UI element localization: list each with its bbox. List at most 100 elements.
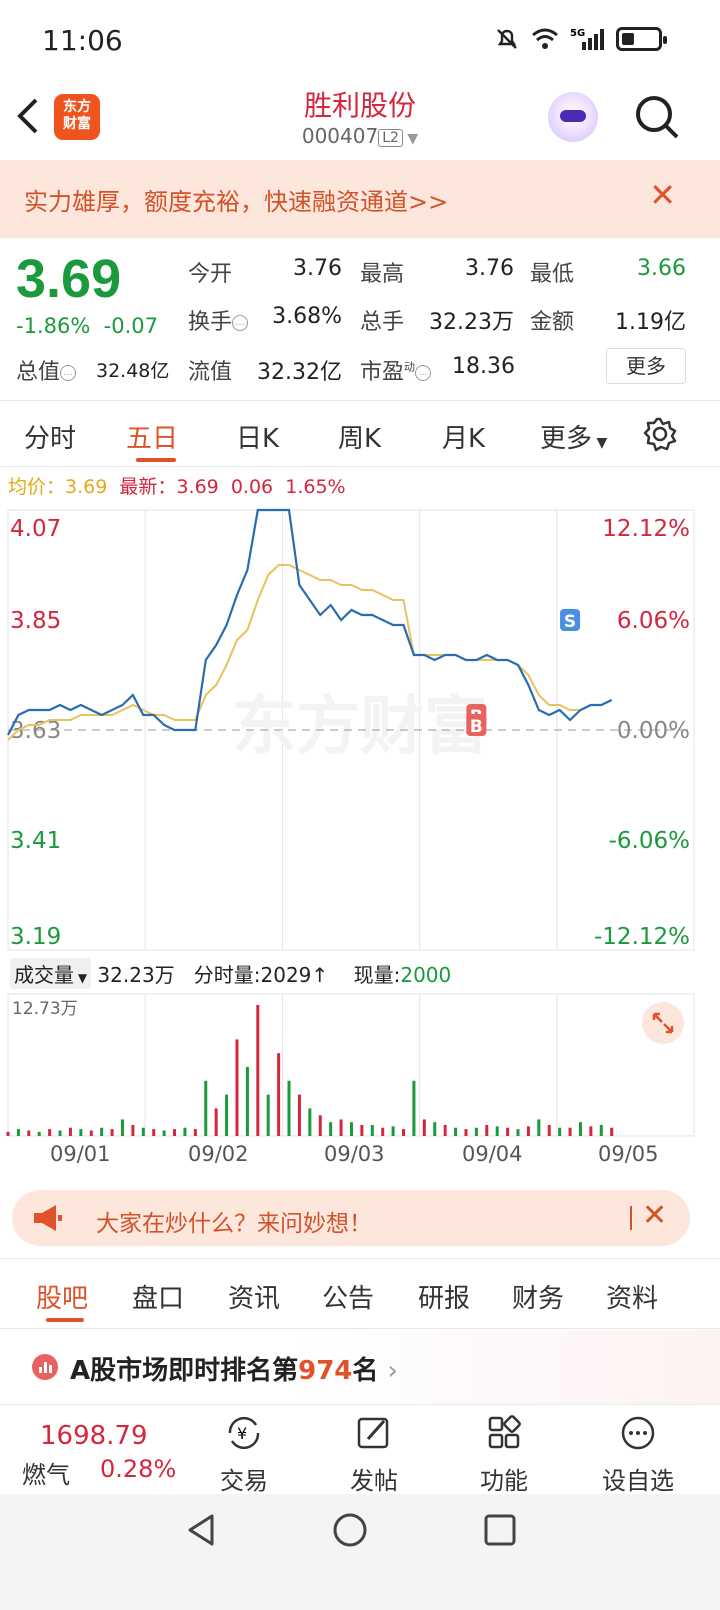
assistant-robot-icon[interactable] xyxy=(548,92,598,142)
volume-bar xyxy=(193,1129,197,1136)
sector-index[interactable]: 1698.79 燃气 0.28% xyxy=(0,1405,190,1495)
stock-code: 000407 xyxy=(301,124,379,148)
volume-bar xyxy=(58,1130,62,1136)
volume-bar xyxy=(183,1127,187,1136)
level-badge: L2 xyxy=(378,128,403,147)
post-button[interactable]: 发帖 xyxy=(334,1415,414,1496)
chevron-right-icon: › xyxy=(387,1356,398,1386)
volume-bar xyxy=(578,1122,582,1136)
chevron-left-icon xyxy=(17,98,38,134)
volume-bar xyxy=(537,1119,541,1136)
volume-bar xyxy=(412,1080,416,1136)
volume-bar xyxy=(339,1119,343,1136)
volume-bar xyxy=(495,1126,499,1136)
volume-bar xyxy=(120,1119,124,1136)
settings-button[interactable] xyxy=(642,416,678,456)
tab-research[interactable]: 研报 xyxy=(418,1278,470,1315)
fullscreen-button[interactable] xyxy=(642,1002,684,1044)
sector-name: 燃气 xyxy=(22,1461,70,1489)
five-day-price-chart[interactable]: 东方财富4.07 12.12%3.85 6.06%3.63 0.00%3.41 -6.0… xyxy=(0,506,720,952)
promo-banner[interactable]: 实力雄厚，额度充裕，快速融资通道>> ✕ xyxy=(0,160,720,238)
volume-bar xyxy=(464,1129,468,1136)
volume-bar xyxy=(485,1124,489,1136)
ask-text[interactable]: 大家在炒什么？来问妙想！ xyxy=(96,1204,372,1238)
info-icon[interactable]: … xyxy=(415,365,432,381)
dropdown-caret-icon: ▼ xyxy=(74,971,88,985)
volume-bar xyxy=(318,1115,322,1136)
add-watchlist-button[interactable]: 设自选 xyxy=(590,1415,686,1496)
volume-bar xyxy=(152,1129,156,1136)
volume-bar xyxy=(68,1127,72,1136)
tab-financials[interactable]: 财务 xyxy=(512,1278,564,1315)
y-label-right: -6.06% xyxy=(609,828,690,854)
volume-bar xyxy=(235,1039,239,1136)
volume-chart[interactable]: 12.73万 xyxy=(0,992,720,1142)
volume-total: 32.23万 xyxy=(97,963,175,987)
volume-bar xyxy=(277,1053,281,1136)
latest-change: 0.06 xyxy=(230,476,274,498)
volume-bar xyxy=(547,1124,551,1136)
gear-icon xyxy=(643,417,677,452)
volume-bar xyxy=(422,1119,426,1136)
functions-button[interactable]: 功能 xyxy=(464,1415,544,1496)
stock-name: 胜利股份 xyxy=(303,89,416,122)
volume-bar xyxy=(610,1127,614,1136)
tab-monthly-k[interactable]: 月K xyxy=(442,418,485,455)
volume-bar xyxy=(568,1127,572,1136)
tab-weekly-k[interactable]: 周K xyxy=(338,418,381,455)
volume-bar xyxy=(402,1129,406,1136)
stock-code-selector[interactable]: 000407 L2 ▼ xyxy=(0,124,720,148)
trade-marker-label: B xyxy=(470,717,483,737)
low-label: 最低 xyxy=(530,262,575,287)
nav-back-icon[interactable] xyxy=(184,1512,220,1548)
tab-guba[interactable]: 股吧 xyxy=(36,1278,88,1315)
trade-button[interactable]: ¥ 交易 xyxy=(204,1415,284,1496)
avg-price: 3.69 xyxy=(65,476,108,498)
tab-pankou[interactable]: 盘口 xyxy=(132,1278,184,1315)
nav-recents-icon[interactable] xyxy=(482,1512,518,1548)
volume-bar xyxy=(131,1124,135,1136)
volume-indicator-select[interactable]: 成交量 ▼ xyxy=(10,958,92,989)
date-label: 09/03 xyxy=(324,1142,385,1166)
nav-home-icon[interactable] xyxy=(332,1512,368,1548)
tab-news[interactable]: 资讯 xyxy=(228,1278,280,1315)
promo-text[interactable]: 实力雄厚，额度充裕，快速融资通道>> xyxy=(24,182,448,217)
latest-price: 3.69 xyxy=(176,476,219,498)
tab-more[interactable]: 更多 ▼ xyxy=(540,418,607,455)
latest-pct: 1.65% xyxy=(285,476,346,498)
mktcap-label: 总值… xyxy=(16,354,77,386)
search-button[interactable] xyxy=(634,94,680,140)
ask-assistant-bar[interactable]: 大家在炒什么？来问妙想！ ✕ xyxy=(12,1190,690,1246)
y-label-left: 3.41 xyxy=(10,828,61,854)
tab-five-day[interactable]: 五日 xyxy=(126,418,178,455)
tab-announcements[interactable]: 公告 xyxy=(322,1278,374,1315)
volume-bar xyxy=(526,1126,530,1136)
volume-bar xyxy=(162,1130,166,1136)
tab-daily-k[interactable]: 日K xyxy=(236,418,279,455)
app-header: 胜利股份 000407 L2 ▼ 东方财富 xyxy=(0,80,720,158)
status-time: 11:06 xyxy=(42,24,123,57)
volume-bar xyxy=(100,1127,104,1136)
more-quote-button[interactable]: 更多 xyxy=(606,348,686,384)
volume-bar xyxy=(558,1127,562,1136)
current-volume: 2000 xyxy=(400,963,452,987)
float-label: 流值 xyxy=(188,360,233,385)
y-label-left: 3.19 xyxy=(10,924,61,950)
eastmoney-logo[interactable]: 东方财富 xyxy=(54,94,100,140)
volume-bar xyxy=(141,1127,145,1136)
y-label-right: -12.12% xyxy=(594,924,690,950)
last-price: 3.69 xyxy=(16,249,122,309)
close-icon[interactable]: ✕ xyxy=(642,1198,667,1233)
mktcap-value: 32.48亿 xyxy=(96,360,170,382)
tab-intraday[interactable]: 分时 xyxy=(24,418,76,455)
tab-profile[interactable]: 资料 xyxy=(606,1278,658,1315)
info-icon[interactable]: … xyxy=(60,365,77,381)
info-icon[interactable]: … xyxy=(232,315,249,331)
quote-panel: 3.69 -1.86% -0.07 今开 3.76 最高 3.76 最低 3.6… xyxy=(0,238,720,400)
close-icon[interactable]: ✕ xyxy=(649,176,676,214)
volume-bar xyxy=(474,1127,478,1136)
back-button[interactable] xyxy=(14,94,54,138)
divider xyxy=(630,1206,632,1230)
market-rank-row[interactable]: A股市场即时排名第974名 › xyxy=(0,1330,720,1404)
volume-bar xyxy=(370,1124,374,1136)
